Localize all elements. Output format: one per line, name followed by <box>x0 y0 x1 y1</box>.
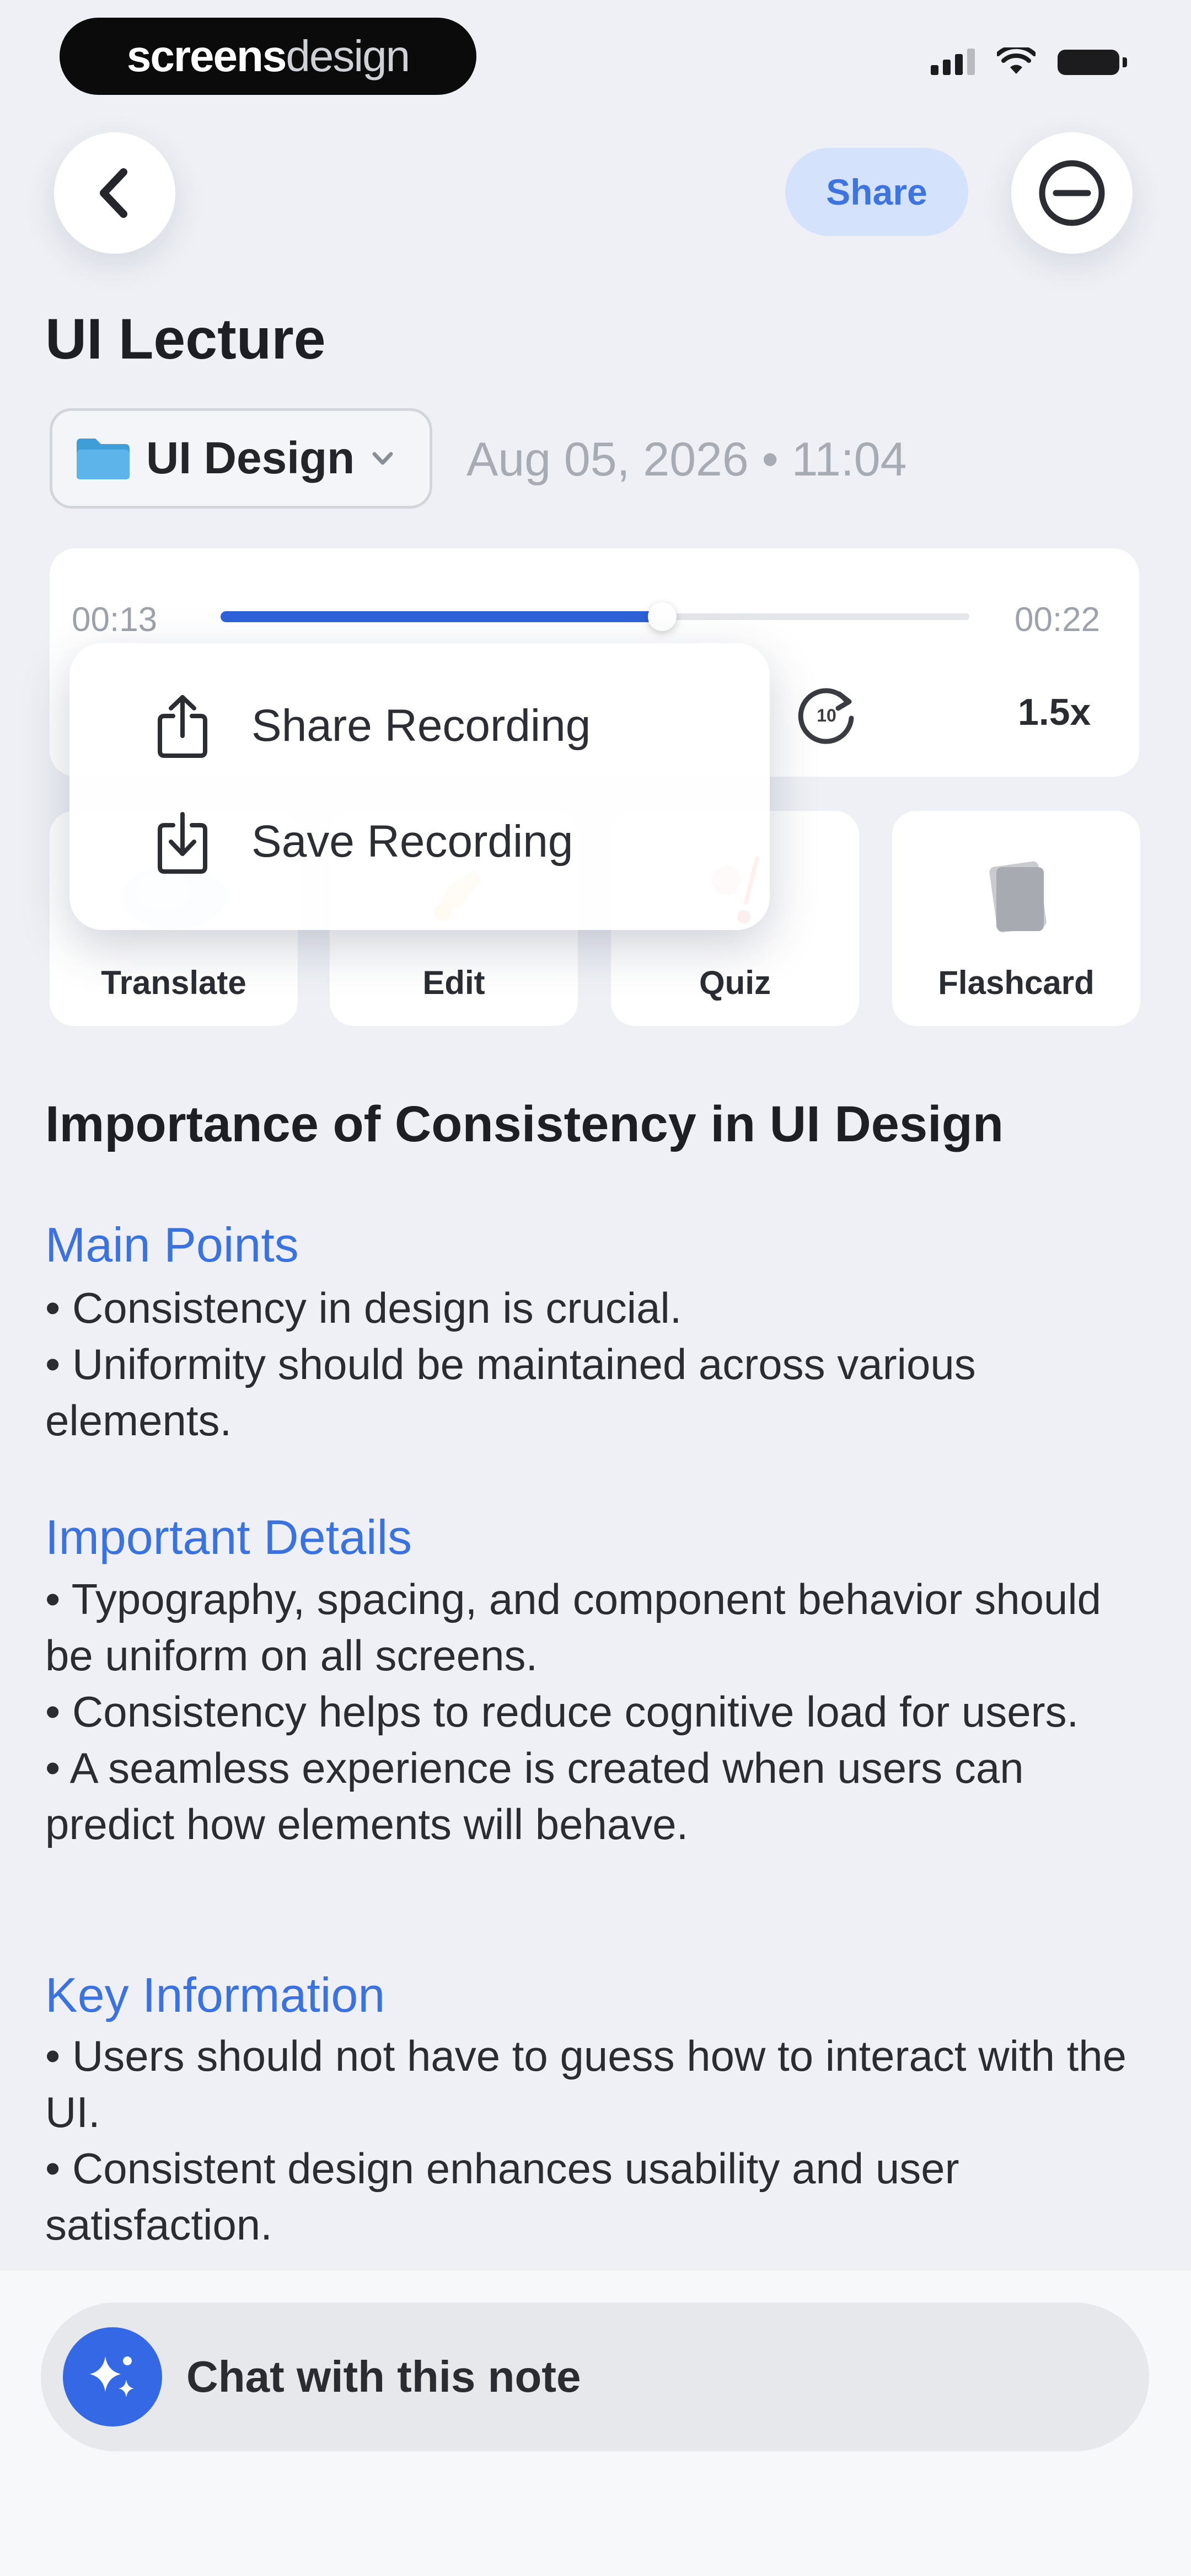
list-item: • Consistency helps to reduce cognitive … <box>45 1687 1079 1736</box>
list-item: • A seamless experience is created when … <box>45 1744 1024 1848</box>
rotate-forward-10-icon[interactable]: 10 <box>792 680 861 749</box>
battery-icon <box>1058 50 1127 75</box>
more-options-button[interactable] <box>1011 132 1133 254</box>
brand-text-light: design <box>286 31 410 81</box>
section-title-key-information: Key Information <box>45 1968 385 2022</box>
minus-circle-icon <box>1039 160 1105 226</box>
note-date: Aug 05, 2026 • 11:04 <box>466 433 907 486</box>
list-item: • Users should not have to guess how to … <box>45 2032 1127 2136</box>
share-icon <box>158 695 207 758</box>
list-item: • Uniformity should be maintained across… <box>45 1340 976 1445</box>
chevron-left-icon <box>100 168 127 218</box>
list-item: • Consistent design enhances usability a… <box>45 2144 959 2249</box>
wifi-icon <box>997 47 1036 74</box>
signal-icon <box>931 47 975 75</box>
section-title-important-details: Important Details <box>45 1510 412 1564</box>
list-item: • Typography, spacing, and component beh… <box>45 1575 1102 1680</box>
section-title-main-points: Main Points <box>45 1217 299 1272</box>
note-title: UI Lecture <box>45 307 326 371</box>
playback-speed-button[interactable]: 1.5x <box>1018 691 1091 734</box>
folder-icon <box>77 439 130 479</box>
chevron-down-icon <box>372 452 393 465</box>
svg-text:10: 10 <box>817 706 836 725</box>
folder-selector[interactable]: UI Design <box>50 408 432 509</box>
brand-logo: screens design <box>60 18 476 95</box>
elapsed-time: 00:13 <box>72 601 158 639</box>
section-body-main-points: • Consistency in design is crucial. • Un… <box>45 1280 1142 1449</box>
tool-edit-label: Edit <box>422 964 485 1001</box>
duration-time: 00:22 <box>1015 601 1101 639</box>
flashcard-icon <box>989 861 1047 933</box>
share-button[interactable]: Share <box>785 148 968 236</box>
folder-label: UI Design <box>146 433 355 483</box>
section-body-important-details: • Typography, spacing, and component beh… <box>45 1571 1142 1852</box>
recording-options-menu: Share Recording Save Recording <box>69 643 770 930</box>
list-item: • Consistency in design is crucial. <box>45 1284 682 1332</box>
content-heading: Importance of Consistency in UI Design <box>45 1096 1004 1152</box>
chat-with-note-button[interactable]: Chat with this note <box>41 2302 1149 2451</box>
progress-fill <box>221 611 662 622</box>
menu-item-save-recording[interactable]: Save Recording <box>152 809 573 875</box>
menu-item-label: Save Recording <box>251 816 573 867</box>
chat-avatar <box>63 2327 162 2427</box>
tool-flashcard[interactable]: Flashcard <box>892 811 1140 1026</box>
section-body-key-information: • Users should not have to guess how to … <box>45 2028 1142 2253</box>
tool-quiz-label: Quiz <box>699 964 771 1001</box>
back-button[interactable] <box>54 132 175 254</box>
menu-item-label: Share Recording <box>251 701 591 751</box>
tool-translate-label: Translate <box>101 964 246 1001</box>
brand-text-bold: screens <box>126 31 287 81</box>
status-icons <box>931 47 1127 75</box>
menu-item-share-recording[interactable]: Share Recording <box>152 693 591 759</box>
progress-thumb[interactable] <box>648 602 677 631</box>
chat-label: Chat with this note <box>186 2352 581 2401</box>
tool-flashcard-label: Flashcard <box>938 964 1095 1001</box>
download-icon <box>158 812 207 874</box>
sparkles-icon <box>90 2356 134 2397</box>
